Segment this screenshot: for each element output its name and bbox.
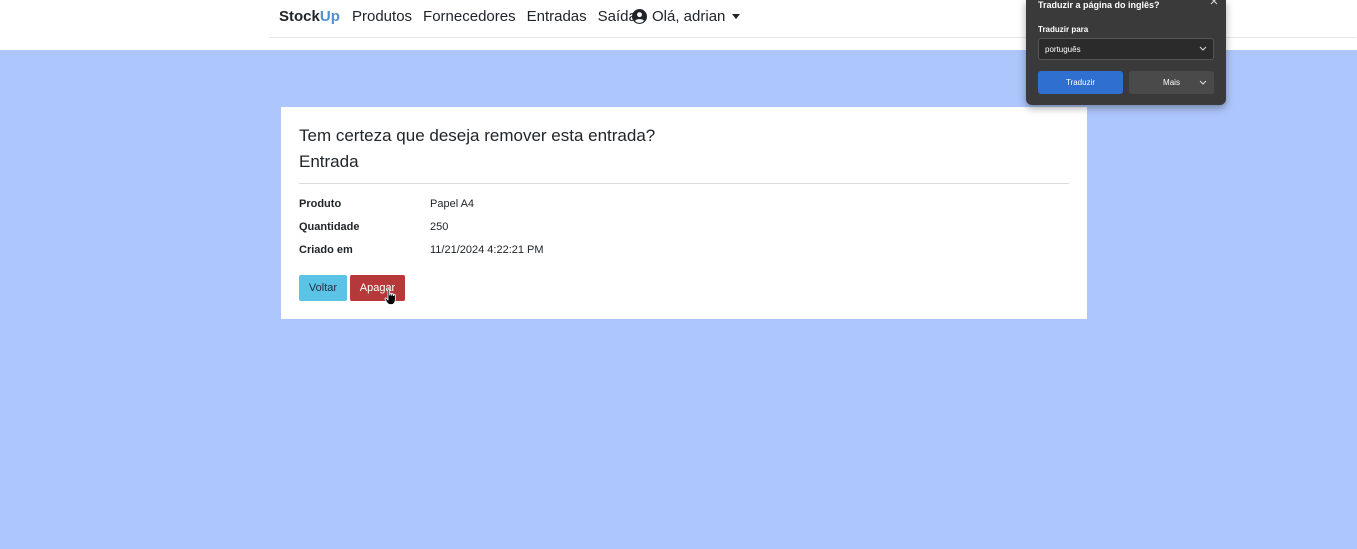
nav-link-produtos[interactable]: Produtos <box>352 8 412 25</box>
detail-label: Criado em <box>299 244 353 256</box>
confirmation-question: Tem certeza que deseja remover esta entr… <box>299 126 656 145</box>
language-select[interactable]: português <box>1038 38 1214 60</box>
detail-value: 250 <box>430 221 449 233</box>
nav-link-entradas[interactable]: Entradas <box>527 8 587 25</box>
close-icon[interactable] <box>1209 0 1219 6</box>
back-button[interactable]: Voltar <box>299 275 347 301</box>
detail-value: Papel A4 <box>430 198 475 210</box>
hand-cursor-icon <box>384 288 396 305</box>
language-select-value: português <box>1045 45 1081 54</box>
more-options-button[interactable]: Mais <box>1129 71 1214 94</box>
user-circle-icon <box>632 9 647 24</box>
brand-stock-text: Stock <box>279 8 320 25</box>
entity-subtitle: Entrada <box>299 152 359 171</box>
delete-confirmation-card: Tem certeza que deseja remover esta entr… <box>281 107 1087 319</box>
user-menu-dropdown[interactable]: Olá, adrian <box>632 8 741 25</box>
brand-up-text: Up <box>319 8 340 25</box>
translate-popup: Traduzir a página do inglês? Traduzir pa… <box>1026 0 1226 105</box>
detail-value: 11/21/2024 4:22:21 PM <box>430 244 544 256</box>
divider <box>299 183 1069 184</box>
detail-label: Produto <box>299 198 342 210</box>
translate-popup-title: Traduzir a página do inglês? <box>1038 0 1160 10</box>
brand-logo[interactable]: StockUp <box>279 8 340 25</box>
detail-label: Quantidade <box>299 221 360 233</box>
user-greeting: Olá, adrian <box>652 8 726 25</box>
chevron-down-icon <box>1199 46 1207 51</box>
caret-down-icon <box>732 14 741 19</box>
nav-links: Produtos Fornecedores Entradas Saídas <box>352 8 644 25</box>
more-label: Mais <box>1163 78 1180 87</box>
translate-to-label: Traduzir para <box>1038 25 1089 34</box>
translate-button[interactable]: Traduzir <box>1038 71 1123 94</box>
chevron-down-icon <box>1199 80 1207 85</box>
nav-link-fornecedores[interactable]: Fornecedores <box>423 8 516 25</box>
